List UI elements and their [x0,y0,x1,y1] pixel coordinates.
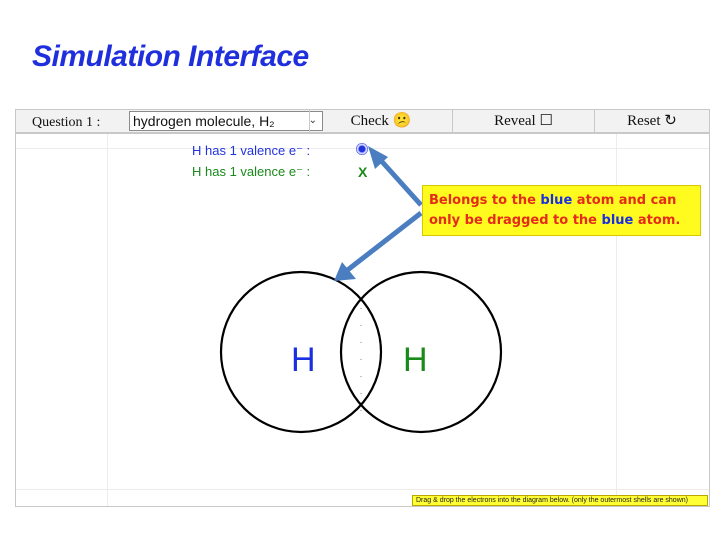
callout-blue-word: blue [540,193,573,208]
green-atom-symbol: H [403,341,428,379]
callout-text: atom. [633,213,681,228]
blue-atom-symbol: H [291,341,316,379]
callout-arrow-to-electron [374,153,423,207]
callout-text: Belongs to the [429,193,541,208]
instruction-hint: Drag & drop the electrons into the diagr… [412,495,708,506]
diagram-overlay [219,146,503,434]
callout-note: Belongs to the blue atom and can only be… [422,185,701,236]
callout-blue-word: blue [601,213,634,228]
callout-arrow-to-atom [343,211,423,274]
